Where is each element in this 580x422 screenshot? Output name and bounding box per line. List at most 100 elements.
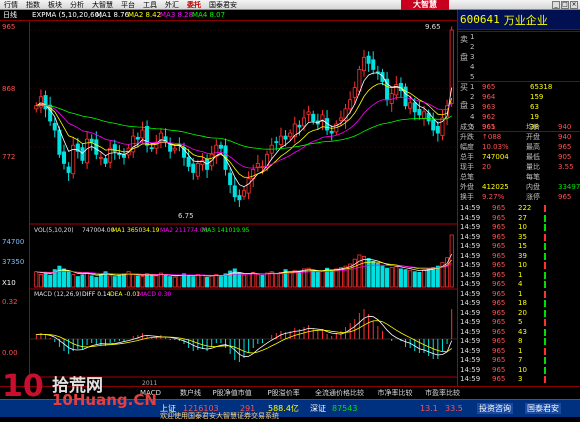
candle-body [311,113,316,122]
tick-row[interactable]: 14:59 965 3 [458,375,580,384]
menu-item[interactable]: 外汇 [161,0,183,10]
vol-unit: X10 [2,279,16,287]
tick-row[interactable]: 14:59 965 27 [458,214,580,223]
menu-item[interactable]: 行情 [0,0,22,10]
indicator-tab[interactable]: MACD [140,388,161,398]
volume-bar [200,274,205,288]
bid-row[interactable]: 4 962 19 [458,112,580,122]
link-consult[interactable]: 投资咨询 [477,403,513,414]
maximize-icon[interactable]: □ [561,1,569,9]
bid-row[interactable]: 1 965 65318 [458,82,580,92]
stat-value: 412025 [482,183,509,191]
candle-body [43,95,48,110]
chart-header: 日线 EXPMA (5,10,20,60) MA1 8.76 MA2 8.42 … [0,10,472,21]
stat-label: 每笔 [526,173,540,181]
volume-bar [288,271,293,288]
volume-bar [205,276,210,288]
tick-row[interactable]: 14:59 965 1 [458,290,580,299]
brand-logo[interactable]: 大智慧 [401,0,449,10]
volume-bar [158,272,163,288]
menu-item[interactable]: 国泰君安 [205,0,241,10]
indicator-tab[interactable]: P股净值市值 [213,388,252,398]
volume-bar [163,274,168,288]
tick-row[interactable]: 14:59 965 20 [458,309,580,318]
tick-time: 14:59 [460,346,481,355]
tick-row[interactable]: 14:59 965 1 [458,271,580,280]
tab-daily[interactable]: 日线 [3,11,17,20]
tick-volume: 4 [518,280,523,288]
link-broker[interactable]: 国泰君安 [525,403,561,414]
tick-price: 965 [492,318,506,326]
bid-level: 3 [470,103,475,111]
menu-item[interactable]: 指数 [22,0,44,10]
tick-row[interactable]: 14:59 965 8 [458,337,580,346]
volume-bar [66,271,71,288]
tick-row[interactable]: 14:59 965 18 [458,299,580,308]
candle-body [371,59,376,70]
tick-row[interactable]: 14:59 965 35 [458,233,580,242]
tick-price: 965 [492,299,506,307]
tick-price: 965 [492,289,506,298]
volume-bar [209,275,214,288]
tick-direction [544,281,546,288]
stock-header: 600641 万业企业 [458,10,580,30]
tick-row[interactable]: 14:59 965 10 [458,366,580,375]
minimize-icon[interactable]: _ [552,1,560,9]
tick-row[interactable]: 14:59 965 4 [458,280,580,289]
indicator-tab[interactable]: 市盈率比较 [425,388,460,398]
stock-code[interactable]: 600641 [460,13,500,26]
tick-row[interactable]: 14:59 965 10 [458,223,580,232]
tick-volume: 8 [518,337,523,345]
volume-bar [255,274,260,288]
candle-body [278,135,283,146]
tick-row[interactable]: 14:59 965 7 [458,356,580,365]
close-icon[interactable]: × [570,1,578,9]
tick-direction [544,376,546,383]
bid-row[interactable]: 2 964 159 [458,92,580,102]
volume-bar [251,271,256,288]
menu-item[interactable]: 工具 [139,0,161,10]
ask-row[interactable]: 4 [458,62,580,72]
tick-time: 14:59 [460,223,481,231]
candle-body [103,158,108,164]
kline-chart[interactable]: 9.65 6.75 VOL(5,10,20) 747004.00 MA1 365… [30,21,472,398]
tick-volume: 1 [518,346,523,355]
stat-value: 3.55 [558,163,574,171]
menu-item[interactable]: 大智慧 [88,0,117,10]
macd-tick: 0.00 [2,349,18,357]
ask-row[interactable]: 3 [458,52,580,62]
indicator-tab[interactable]: P股溢价率 [268,388,300,398]
indicator-tab[interactable]: 全流通价格比较 [315,388,364,398]
ask-row[interactable]: 1 [458,32,580,42]
tick-time: 14:59 [460,337,481,345]
indicator-tab[interactable]: 数户线 [180,388,201,398]
pct-2: 33.5 [445,404,463,413]
volume-bar [75,276,80,288]
tick-row[interactable]: 14:59 965 15 [458,242,580,251]
candle-body [357,69,362,92]
tick-time: 14:59 [460,261,481,269]
chart-canvas[interactable]: 9.65 6.75 VOL(5,10,20) 747004.00 MA1 365… [30,21,457,386]
volume-bar [394,266,399,288]
menu-item[interactable]: 分析 [66,0,88,10]
tick-volume: 5 [518,318,523,326]
menu-item[interactable]: 委托 [183,0,205,10]
indicator-tab[interactable]: 市净率比较 [378,388,413,398]
menu-item[interactable]: 平台 [117,0,139,10]
volume-bar [177,274,182,288]
tick-row[interactable]: 14:59 965 5 [458,318,580,327]
tick-row[interactable]: 14:59 965 43 [458,328,580,337]
tick-row[interactable]: 14:59 965 222 [458,204,580,213]
bid-row[interactable]: 3 963 63 [458,102,580,112]
tick-row[interactable]: 14:59 965 1 [458,347,580,356]
pct-1: 13.1 [420,404,438,413]
macd-formula: MACD (12,26,9) [34,291,81,298]
menu-item[interactable]: 板块 [44,0,66,10]
status-bar: 上证 1216103 291 588.4亿 深证 87543 13.1 33.5… [0,399,580,420]
stat-label: 总手 [460,153,474,161]
tick-row[interactable]: 14:59 965 10 [458,261,580,270]
tick-row[interactable]: 14:59 965 39 [458,252,580,261]
stock-name[interactable]: 万业企业 [504,12,548,28]
tick-time: 14:59 [460,318,481,326]
ask-row[interactable]: 2 [458,42,580,52]
